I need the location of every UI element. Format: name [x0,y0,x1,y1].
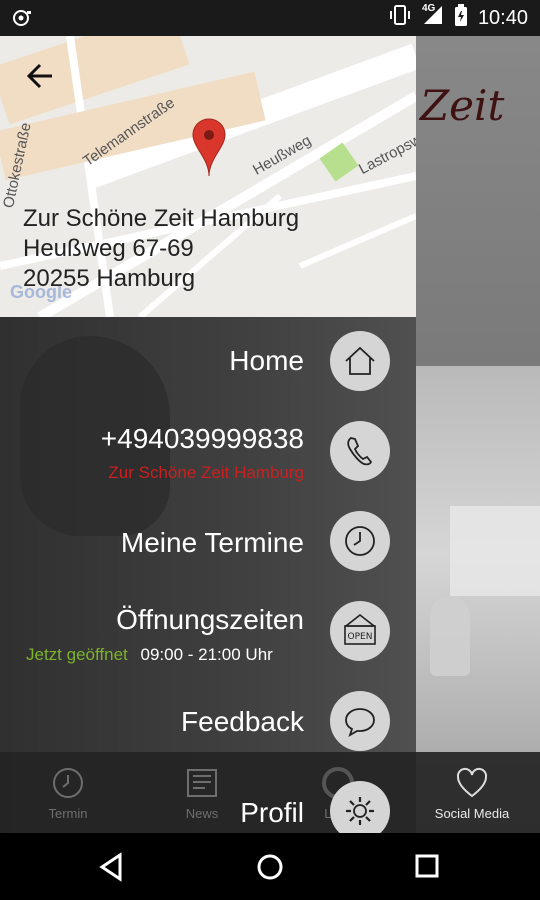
system-navigation-bar [0,833,540,900]
clock-time: 10:40 [477,6,528,29]
menu-appointments-label[interactable]: Meine Termine [121,527,304,559]
menu-phone-label[interactable]: +494039999838 [101,423,304,455]
recents-icon[interactable] [408,847,448,887]
vibrate-icon [388,5,412,31]
address-block: Zur Schöne Zeit Hamburg Heußweg 67-69 20… [23,204,299,294]
opening-hours-row: Jetzt geöffnet 09:00 - 21:00 Uhr [26,645,273,665]
address-street: Heußweg 67-69 [23,235,194,262]
back-icon[interactable] [92,847,132,887]
svg-text:OPEN: OPEN [348,632,373,642]
notification-icon [12,8,34,33]
home-circle-icon[interactable] [250,847,290,887]
clock-icon [345,526,375,556]
menu-phone-button[interactable] [330,421,390,481]
gear-icon [346,797,374,825]
menu-appointments-button[interactable] [330,511,390,571]
menu-feedback-button[interactable] [330,691,390,751]
phone-icon [347,437,373,466]
tab-label: Termin [48,806,88,821]
menu-phone-subtitle: Zur Schöne Zeit Hamburg [108,463,304,482]
hours-value: 09:00 - 21:00 Uhr [140,645,273,664]
speech-bubble-icon [345,708,375,737]
menu-profile-label[interactable]: Profil [240,797,304,829]
brand-logo-text: Zeit [420,81,505,130]
tab-label: News [185,806,219,821]
signal-icon: 4G [421,3,444,31]
menu-profile-button[interactable] [330,781,390,841]
open-status: Jetzt geöffnet [26,645,128,664]
battery-icon [454,4,468,32]
location-map[interactable]: Telemannstraße Heußweg Lastropsweg Ottok… [0,36,416,317]
network-type: 4G [421,3,436,14]
open-sign-icon: OPEN [343,613,377,645]
heart-icon [456,767,488,798]
menu-home-button[interactable] [330,331,390,391]
tab-label: Social Media [434,806,510,821]
tab-social-media[interactable]: Social Media [418,752,526,833]
menu-opening-hours-button[interactable]: OPEN [330,601,390,661]
address-name: Zur Schöne Zeit Hamburg [23,205,300,232]
menu-home-label[interactable]: Home [229,345,304,377]
menu-opening-hours-label[interactable]: Öffnungszeiten [116,604,304,636]
tab-termin[interactable]: Termin [14,752,122,833]
back-arrow-icon[interactable] [22,58,58,94]
home-icon [345,346,375,375]
newspaper-icon [187,769,217,797]
map-pin-icon [192,118,226,177]
menu-feedback-label[interactable]: Feedback [181,706,304,738]
address-city: 20255 Hamburg [23,265,196,292]
clock-icon [53,768,83,798]
status-bar: 4G 10:40 [0,0,540,36]
